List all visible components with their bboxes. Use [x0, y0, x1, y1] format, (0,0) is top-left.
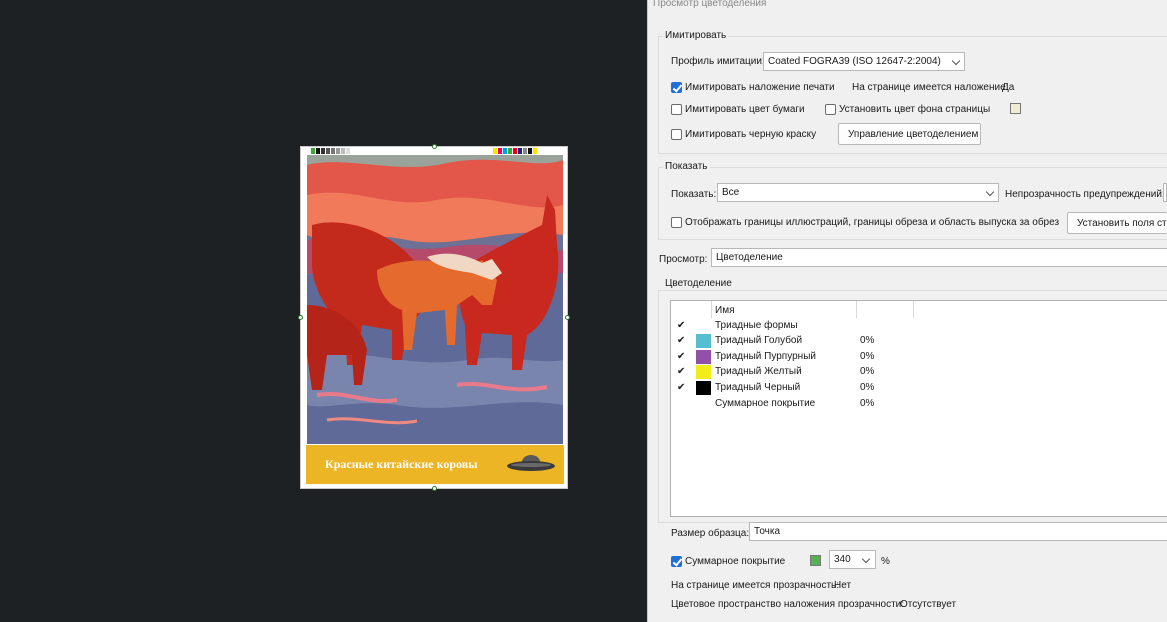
chevron-down-icon	[985, 187, 995, 197]
separation-value: 0%	[860, 366, 875, 377]
title-banner: Красные китайские коровы	[306, 445, 564, 484]
magenta-swatch	[696, 350, 711, 364]
paper-color-checkbox[interactable]	[671, 104, 682, 115]
display-boxes-label: Отображать границы иллюстраций, границы …	[685, 217, 1060, 228]
column-separator	[856, 301, 857, 318]
show-select[interactable]: Все	[717, 183, 999, 202]
row-checkbox[interactable]: ✔	[677, 320, 685, 331]
show-value: Все	[722, 187, 740, 198]
ufo-icon	[507, 455, 555, 471]
separation-name: Суммарное покрытие	[715, 398, 816, 409]
separation-value: 0%	[860, 398, 875, 409]
separation-row[interactable]: Суммарное покрытие 0%	[671, 397, 1167, 412]
page-overprint-label: На странице имеется наложение:	[852, 82, 1009, 93]
separations-list[interactable]: Имя ✔ Триадные формы ✔ Триадный Голубой …	[670, 300, 1167, 517]
chevron-down-icon	[861, 554, 871, 564]
color-management-button[interactable]: Управление цветоделением	[838, 123, 981, 145]
color-bar-right	[493, 148, 538, 154]
row-checkbox[interactable]: ✔	[677, 351, 685, 362]
separation-name: Триадный Голубой	[715, 335, 803, 346]
black-swatch	[696, 381, 711, 395]
yellow-swatch	[696, 365, 711, 379]
transparency-space-label: Цветовое пространство наложения прозрачн…	[671, 599, 905, 610]
artwork-title: Красные китайские коровы	[325, 457, 478, 471]
row-checkbox[interactable]: ✔	[677, 366, 685, 377]
warning-opacity-label: Непрозрачность предупреждений:	[1005, 189, 1165, 200]
page-bg-checkbox[interactable]	[825, 104, 836, 115]
overprint-checkbox[interactable]	[671, 82, 682, 93]
profile-select[interactable]: Coated FOGRA39 (ISO 12647-2:2004)	[763, 52, 965, 71]
separation-row[interactable]: ✔ Триадные формы	[671, 319, 1167, 334]
separation-row[interactable]: ✔ Триадный Черный 0%	[671, 381, 1167, 396]
row-checkbox[interactable]: ✔	[677, 382, 685, 393]
separation-value: 0%	[860, 351, 875, 362]
sample-size-value: Точка	[754, 526, 781, 537]
profile-label: Профиль имитации:	[671, 56, 765, 67]
warning-opacity-input[interactable]	[1163, 183, 1167, 202]
page-overprint-value: Да	[1002, 82, 1015, 93]
separation-name: Триадный Пурпурный	[715, 351, 816, 362]
transparency-space-value: Отсутствует	[900, 599, 957, 610]
window-title: Просмотр цветоделения	[653, 0, 767, 9]
color-bar-patch	[533, 148, 538, 154]
column-separator	[711, 301, 712, 318]
display-boxes-checkbox[interactable]	[671, 217, 682, 228]
preview-select[interactable]: Цветоделение	[711, 248, 1167, 267]
total-coverage-label: Суммарное покрытие	[685, 556, 786, 567]
resize-handle-left[interactable]	[298, 315, 303, 320]
sample-size-label: Размер образца:	[671, 528, 750, 539]
resize-handle-bottom[interactable]	[432, 486, 437, 491]
profile-value: Coated FOGRA39 (ISO 12647-2:2004)	[768, 56, 941, 67]
painting-image	[307, 155, 563, 444]
paper-color-label: Имитировать цвет бумаги	[685, 104, 805, 115]
document-canvas[interactable]: Красные китайские коровы	[0, 0, 647, 622]
simulate-group-title: Имитировать	[663, 30, 729, 41]
separation-row[interactable]: ✔ Триадный Пурпурный 0%	[671, 350, 1167, 365]
document-page[interactable]: Красные китайские коровы	[298, 144, 570, 491]
coverage-color-swatch[interactable]	[810, 555, 821, 566]
page-bg-color-swatch[interactable]	[1010, 103, 1021, 114]
show-group-title: Показать	[663, 161, 710, 172]
resize-handle-top[interactable]	[432, 144, 437, 149]
separation-row[interactable]: ✔ Триадный Желтый 0%	[671, 365, 1167, 380]
show-label: Показать:	[671, 189, 717, 200]
transparency-value: Нет	[834, 580, 852, 591]
preview-label: Просмотр:	[659, 254, 708, 265]
separation-name: Триадный Черный	[715, 382, 801, 393]
separation-value: 0%	[860, 382, 875, 393]
black-ink-label: Имитировать черную краску	[685, 129, 817, 140]
resize-handle-right[interactable]	[565, 315, 570, 320]
separation-name: Триадные формы	[715, 320, 798, 331]
coverage-unit: %	[881, 556, 890, 567]
overprint-label: Имитировать наложение печати	[685, 82, 835, 93]
cyan-swatch	[696, 334, 711, 348]
preview-value: Цветоделение	[716, 252, 783, 263]
coverage-value-select[interactable]: 340	[829, 550, 876, 569]
black-ink-checkbox[interactable]	[671, 129, 682, 140]
separation-name: Триадный Желтый	[715, 366, 802, 377]
set-page-fields-button[interactable]: Установить поля стр	[1067, 212, 1167, 234]
total-coverage-checkbox[interactable]	[671, 556, 682, 567]
coverage-value: 340	[834, 554, 851, 565]
separation-value: 0%	[860, 335, 875, 346]
column-separator	[913, 301, 914, 318]
separations-group-title: Цветоделение	[663, 278, 734, 289]
transparency-label: На странице имеется прозрачность:	[671, 580, 840, 591]
row-checkbox[interactable]: ✔	[677, 335, 685, 346]
color-bar-patch	[351, 148, 356, 154]
sample-size-select[interactable]: Точка	[749, 522, 1167, 541]
separation-row[interactable]: ✔ Триадный Голубой 0%	[671, 334, 1167, 349]
page-bg-label: Установить цвет фона страницы	[839, 104, 991, 115]
chevron-down-icon	[951, 56, 961, 66]
color-bar-left	[311, 148, 356, 154]
column-header-name[interactable]: Имя	[715, 305, 734, 316]
